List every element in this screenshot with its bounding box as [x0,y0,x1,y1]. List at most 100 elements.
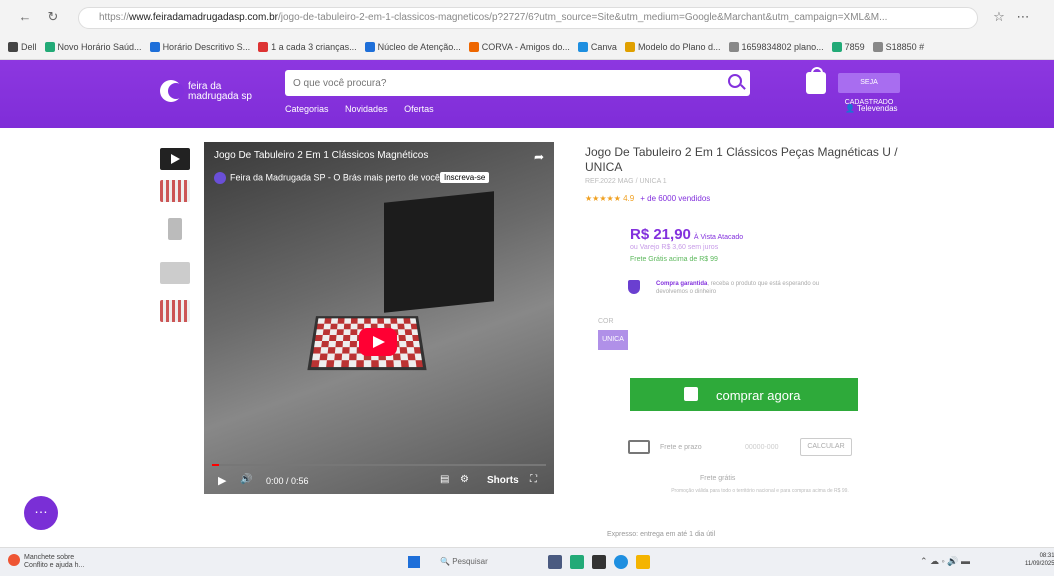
bookmarks-bar: Dell Novo Horário Saúd... Horário Descriti… [0,36,1054,58]
bookmark-icon [831,42,842,52]
reload-icon[interactable]: ↻ [44,8,62,26]
rating-value: 4.9 [623,194,635,203]
volume-icon[interactable]: 🔊 [240,474,252,485]
guarantee-title: Compra garantida [656,281,708,287]
video-title[interactable]: Jogo De Tabuleiro 2 Em 1 Clássicos Magné… [214,150,428,161]
thumbnail-image-3[interactable] [160,262,190,284]
subscribe-button[interactable]: Inscreva-se [440,172,490,183]
bookmark-item[interactable]: Núcleo de Atenção... [364,36,461,58]
bookmark-label: S18850 # [885,42,925,52]
bookmark-item[interactable]: Modelo do Plano d... [624,36,721,58]
captions-icon[interactable]: ▤ [440,474,449,485]
nav-categorias[interactable]: Categorias [285,104,329,114]
taskbar-search[interactable]: 🔍 Pesquisar [440,557,488,566]
bookmark-item[interactable]: CORVA - Amigos do... [468,36,570,58]
cart-icon[interactable] [806,67,826,94]
play-button-icon[interactable]: ▶ [218,474,226,487]
play-icon[interactable] [359,328,397,356]
video-channel-name: Feira da Madrugada SP - O Brás mais pert… [230,172,443,183]
cep-input[interactable]: 00000-000 [745,444,778,451]
bookmark-icon [364,42,375,52]
bookmark-item[interactable]: 7859 [831,36,865,58]
bookmark-icon [44,42,55,52]
bookmark-icon [8,42,18,52]
taskbar-clock[interactable]: 08:31 11/09/2025 [1025,552,1054,568]
bag-icon [684,387,698,401]
bookmark-item[interactable]: Novo Horário Saúd... [44,36,142,58]
product-sku: REF.2022 MAG / UNICA 1 [585,178,667,185]
search-input[interactable] [285,70,705,96]
bookmark-item[interactable]: S18850 # [872,36,925,58]
back-icon[interactable]: ← [16,8,34,26]
file-explorer-icon[interactable] [636,555,650,569]
system-tray-icons[interactable]: ⌃ ☁ ◦ 🔊 ▬ [920,556,970,567]
bookmark-item[interactable]: Dell [8,36,37,58]
variant-unica-button[interactable]: UNICA [598,330,628,350]
product-rating: ★★★★★ 4.9 + de 6000 vendidos [585,194,710,203]
fullscreen-icon[interactable]: ⛶ [530,474,537,485]
calculate-shipping-button[interactable]: CALCULAR [800,438,852,456]
product-price: R$ 21,90 À Vista Atacado [630,226,743,243]
news-widget[interactable]: Manchete sobre Conflito e ajuda h... [24,554,84,570]
thumbnail-image-2[interactable] [168,218,182,240]
bookmark-label: Canva [590,42,617,52]
bookmark-icon [149,42,160,52]
price-value: R$ 21,90 [630,226,691,243]
bookmark-label: Horário Descritivo S... [162,42,251,52]
video-channel[interactable]: Feira da Madrugada SP - O Brás mais pert… [214,172,442,184]
guarantee-text: Compra garantida, receba o produto que e… [656,280,836,296]
shield-icon [628,280,640,294]
color-label: COR [598,318,614,325]
product-video[interactable]: Jogo De Tabuleiro 2 Em 1 Clássicos Magné… [204,142,554,494]
menu-icon[interactable]: ⋯ [1014,8,1032,26]
buy-now-button[interactable]: comprar agora [630,378,858,411]
site-logo[interactable]: feira da madrugada sp [160,80,270,108]
shorts-link[interactable]: Shorts [487,475,519,486]
search-box [285,70,750,96]
video-progress[interactable] [212,464,546,466]
free-shipping-fine-print: Promoção válida para todo o território n… [671,488,849,494]
logo-line2: madrugada sp [188,91,252,102]
search-icon[interactable] [728,74,742,88]
chat-icon[interactable] [24,496,58,530]
weather-icon [8,554,20,566]
bookmark-item[interactable]: 1 a cada 3 crianças... [258,36,357,58]
televendas-link[interactable]: 👤 Televendas [845,104,898,113]
free-shipping-title: Frete grátis [700,475,736,482]
clock-time: 08:31 [1039,553,1054,559]
bookmark-label: Núcleo de Atenção... [377,42,461,52]
taskbar-app-icon[interactable] [592,555,606,569]
thumbnail-image-1[interactable] [160,180,190,202]
url-rest: /jogo-de-tabuleiro-2-em-1-classicos-magn… [277,12,888,23]
bookmark-icon [728,42,739,52]
thumbnail-video[interactable] [160,148,190,170]
star-icon[interactable]: ☆ [990,8,1008,26]
nav-novidades[interactable]: Novidades [345,104,388,114]
share-icon[interactable]: ➦ [534,150,544,164]
bookmark-icon [468,42,479,52]
express-delivery-note: Expresso: entrega em até 1 dia útil [607,531,716,538]
product-title: Jogo De Tabuleiro 2 Em 1 Clássicos Peças… [585,145,898,174]
url-domain: www.feiradamadrugadasp.com.br [129,12,278,23]
taskbar [0,547,1054,576]
address-bar[interactable]: https://www.feiradamadrugadasp.com.br/jo… [78,7,978,29]
nav-ofertas[interactable]: Ofertas [404,104,434,114]
bookmark-label: Novo Horário Saúd... [57,42,142,52]
bookmark-item[interactable]: Horário Descritivo S... [149,36,251,58]
video-progress-fill [212,464,219,466]
price-installments: ou Varejo R$ 3,60 sem juros [630,244,719,251]
video-product-box [384,191,494,313]
windows-start-icon[interactable] [408,556,420,568]
bookmark-item[interactable]: Canva [577,36,617,58]
bookmark-item[interactable]: 1659834802 plano... [728,36,824,58]
bookmark-label: 7859 [844,42,865,52]
news-line2: Conflito e ajuda h... [24,562,85,569]
bookmark-label: CORVA - Amigos do... [481,42,570,52]
bookmark-label: Modelo do Plano d... [637,42,721,52]
taskbar-app-icon[interactable] [548,555,562,569]
edge-icon[interactable] [614,555,628,569]
thumbnail-image-4[interactable] [160,300,190,322]
taskbar-app-icon[interactable] [570,555,584,569]
settings-icon[interactable]: ⚙ [460,474,469,485]
seja-cadastrado-button[interactable]: SEJA CADASTRADO [838,73,900,106]
